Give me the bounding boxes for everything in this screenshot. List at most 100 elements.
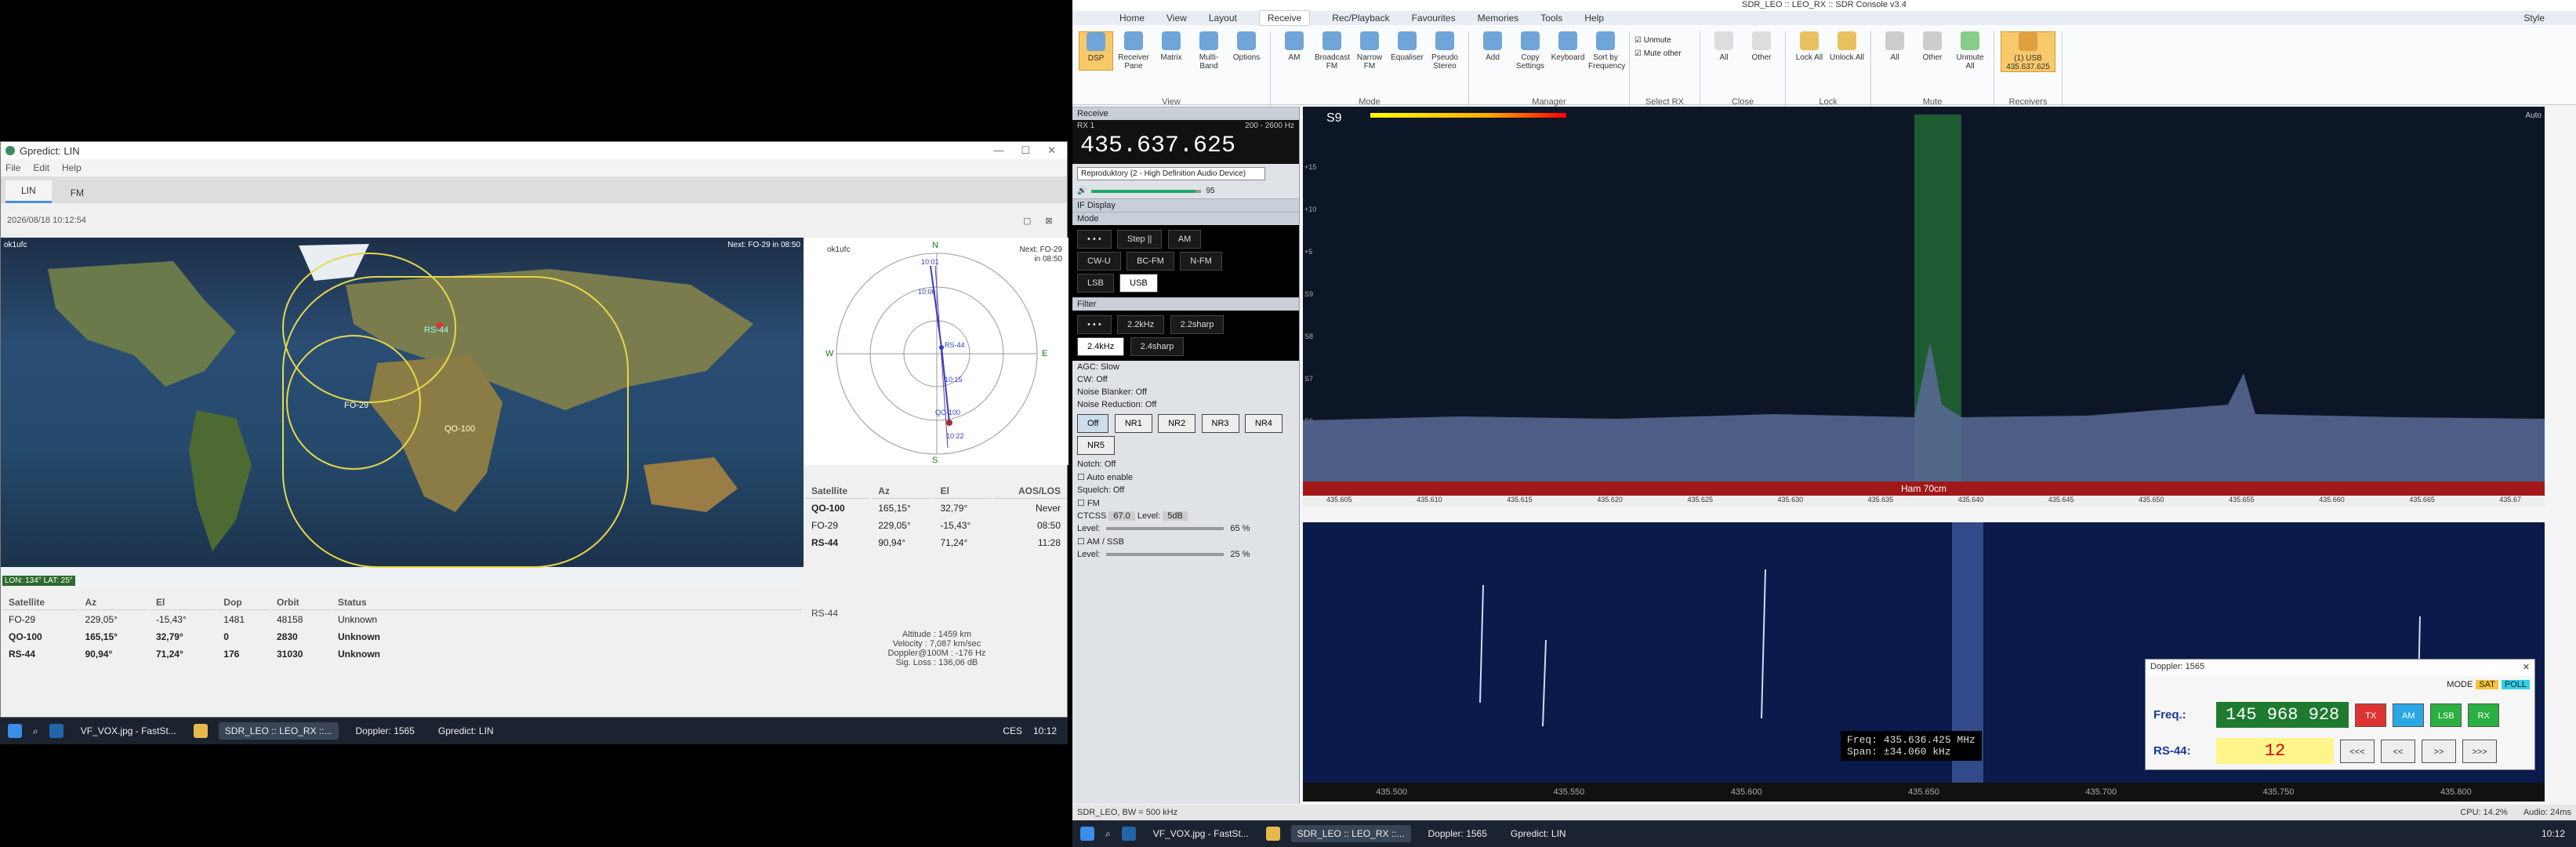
mode-usb-button[interactable]: USB bbox=[1119, 274, 1158, 293]
options-button[interactable]: Options bbox=[1229, 31, 1264, 71]
level1-slider[interactable] bbox=[1106, 527, 1225, 530]
explorer-icon[interactable] bbox=[193, 724, 208, 738]
matrix-button[interactable]: Matrix bbox=[1154, 31, 1188, 71]
receiver-1-button[interactable]: (1) USB 435.637.625 bbox=[2001, 31, 2055, 72]
table-row[interactable]: RS-44 90,94° 71,24° 176 31030 Unknown bbox=[2, 646, 802, 662]
lock-all-button[interactable]: Lock All bbox=[1792, 31, 1827, 62]
nav-fast-forward-button[interactable]: >>> bbox=[2462, 739, 2497, 763]
pseudo-stereo-button[interactable]: Pseudo Stereo bbox=[1428, 31, 1462, 71]
rx-frequency[interactable]: 435.637.625 bbox=[1080, 133, 1235, 159]
nr1-button[interactable]: NR1 bbox=[1114, 414, 1152, 433]
table-row[interactable]: FO-29 229,05° -15,43° 1481 48158 Unknown bbox=[2, 612, 802, 627]
close-other-button[interactable]: Other bbox=[1744, 31, 1779, 62]
windows-start-icon[interactable] bbox=[1080, 827, 1094, 841]
filter-24sharp-button[interactable]: 2.4sharp bbox=[1130, 337, 1185, 356]
audio-device-select[interactable]: Reproduktory (2 - High Definition Audio … bbox=[1077, 167, 1265, 180]
noise-reduction-label[interactable]: Noise Reduction: Off bbox=[1072, 398, 1299, 411]
edge-icon[interactable] bbox=[49, 724, 63, 738]
mode-lsb-button[interactable]: LSB bbox=[1077, 274, 1114, 293]
fm-checkbox[interactable]: ☐ FM bbox=[1072, 496, 1299, 510]
nav-forward-button[interactable]: >> bbox=[2422, 739, 2456, 763]
taskbar-clock[interactable]: 10:12 bbox=[1033, 725, 1068, 736]
menu-help[interactable]: Help bbox=[62, 162, 82, 173]
table-row[interactable]: QO-100 165,15° 32,79° 0 2830 Unknown bbox=[2, 629, 802, 645]
search-icon[interactable]: ⌕ bbox=[1105, 828, 1111, 840]
mute-other-checkbox[interactable]: ☑ Mute other bbox=[1634, 45, 1695, 58]
auto-enable-checkbox[interactable]: ☐ Auto enable bbox=[1072, 471, 1299, 484]
level-select[interactable]: 5dB bbox=[1163, 511, 1188, 521]
table-row[interactable]: FO-29 229,05° -15,43° 08:50 bbox=[805, 518, 1067, 533]
if-display-header[interactable]: IF Display bbox=[1072, 198, 1299, 212]
narrow-fm-button[interactable]: Narrow FM bbox=[1352, 31, 1387, 71]
mute-all-button[interactable]: All bbox=[1878, 31, 1912, 71]
sat-toggle[interactable]: SAT bbox=[2476, 680, 2498, 689]
maximize-icon[interactable]: ☐ bbox=[1021, 144, 1030, 157]
equaliser-button[interactable]: Equaliser bbox=[1390, 31, 1424, 71]
col-header[interactable]: El bbox=[149, 595, 216, 610]
taskbar-item[interactable]: VF_VOX.jpg - FastSt... bbox=[74, 722, 183, 740]
col-header[interactable]: AOS/LOS bbox=[993, 484, 1067, 499]
style-menu[interactable]: Style bbox=[2523, 13, 2576, 24]
nr-off-button[interactable]: Off bbox=[1077, 414, 1109, 433]
tab-tools[interactable]: Tools bbox=[1540, 13, 1562, 24]
nr3-button[interactable]: NR3 bbox=[1201, 414, 1239, 433]
explorer-icon[interactable] bbox=[1265, 827, 1280, 841]
rx-button[interactable]: RX bbox=[2468, 703, 2500, 727]
broadcast-fm-button[interactable]: Broadcast FM bbox=[1315, 31, 1350, 71]
poll-toggle[interactable]: POLL bbox=[2501, 680, 2530, 689]
add-button[interactable]: Add bbox=[1475, 31, 1510, 71]
nav-fast-back-button[interactable]: <<< bbox=[2340, 739, 2375, 763]
col-header[interactable]: Dop bbox=[217, 595, 269, 610]
am-button[interactable]: AM bbox=[1277, 31, 1312, 71]
tab-home[interactable]: Home bbox=[1119, 13, 1145, 24]
filter-22-button[interactable]: 2.2kHz bbox=[1117, 315, 1165, 334]
module-close-icon[interactable]: ⊠ bbox=[1045, 216, 1052, 226]
sort-frequency-button[interactable]: Sort by Frequency bbox=[1588, 31, 1625, 71]
table-row[interactable]: QO-100 165,15° 32,79° Never bbox=[805, 500, 1067, 516]
close-icon[interactable]: ✕ bbox=[2523, 662, 2530, 673]
polar-plot[interactable]: N S E W ok1ufc Next: FO-29 in 08:50 10:0… bbox=[804, 238, 1068, 465]
agc-label[interactable]: AGC: Slow bbox=[1072, 361, 1299, 373]
taskbar-lang[interactable]: CES bbox=[1003, 725, 1022, 736]
copy-settings-button[interactable]: Copy Settings bbox=[1513, 31, 1547, 71]
ctcss-select[interactable]: 67.0 bbox=[1108, 511, 1135, 521]
nav-back-button[interactable]: << bbox=[2381, 739, 2415, 763]
col-header[interactable]: Az bbox=[78, 595, 148, 610]
tab-recplayback[interactable]: Rec/Playback bbox=[1332, 13, 1389, 24]
volume-slider[interactable] bbox=[1091, 189, 1202, 193]
am-button[interactable]: AM bbox=[2393, 703, 2425, 727]
mode-nfm-button[interactable]: N-FM bbox=[1180, 252, 1222, 271]
col-header[interactable]: El bbox=[934, 484, 992, 499]
taskbar-item[interactable]: SDR_LEO :: LEO_RX ::... bbox=[218, 722, 339, 740]
tab-favourites[interactable]: Favourites bbox=[1412, 13, 1456, 24]
minimize-icon[interactable]: — bbox=[993, 144, 1003, 157]
search-icon[interactable]: ⌕ bbox=[33, 725, 38, 737]
amssb-checkbox[interactable]: ☐ AM / SSB bbox=[1072, 535, 1299, 548]
tx-button[interactable]: TX bbox=[2355, 703, 2387, 727]
unmute-checkbox[interactable]: ☑ Unmute bbox=[1634, 31, 1695, 45]
mode-more-button[interactable]: • • • bbox=[1077, 230, 1112, 249]
spectrum-display[interactable]: S9 Auto +15+10+5S9S8S7S6 Ham 70cm 435.60… bbox=[1303, 107, 2545, 507]
nr5-button[interactable]: NR5 bbox=[1077, 436, 1116, 455]
col-header[interactable]: Status bbox=[332, 595, 802, 610]
speaker-icon[interactable]: 🔊 bbox=[1077, 187, 1087, 195]
menu-file[interactable]: File bbox=[5, 162, 20, 173]
freq-value[interactable]: 145 968 928 bbox=[2216, 702, 2349, 728]
unmute-all-button[interactable]: Unmute All bbox=[1953, 31, 1987, 71]
level2-slider[interactable] bbox=[1106, 553, 1225, 556]
mode-cwu-button[interactable]: CW-U bbox=[1077, 252, 1121, 271]
dsp-button[interactable]: DSP bbox=[1079, 31, 1113, 71]
close-icon[interactable]: ✕ bbox=[1047, 144, 1056, 157]
taskbar-item[interactable]: Gpredict: LIN bbox=[432, 722, 500, 740]
nr4-button[interactable]: NR4 bbox=[1244, 414, 1283, 433]
receiver-pane-button[interactable]: Receiver Pane bbox=[1116, 31, 1151, 71]
lsb-button[interactable]: LSB bbox=[2430, 703, 2462, 727]
taskbar-item[interactable]: VF_VOX.jpg - FastSt... bbox=[1147, 825, 1255, 842]
mode-step-button[interactable]: Step || bbox=[1117, 230, 1163, 249]
mute-other-button[interactable]: Other bbox=[1915, 31, 1950, 71]
world-map[interactable]: ok1ufc Next: FO-29 in 08:50 FO-29 QO-100… bbox=[1, 238, 804, 587]
nr2-button[interactable]: NR2 bbox=[1158, 414, 1196, 433]
waterfall-axis[interactable]: 435.500 435.550 435.600 435.650 435.700 435.7… bbox=[1303, 783, 2545, 802]
squelch-label[interactable]: Squelch: Off bbox=[1072, 484, 1299, 496]
filter-more-button[interactable]: • • • bbox=[1077, 315, 1112, 334]
